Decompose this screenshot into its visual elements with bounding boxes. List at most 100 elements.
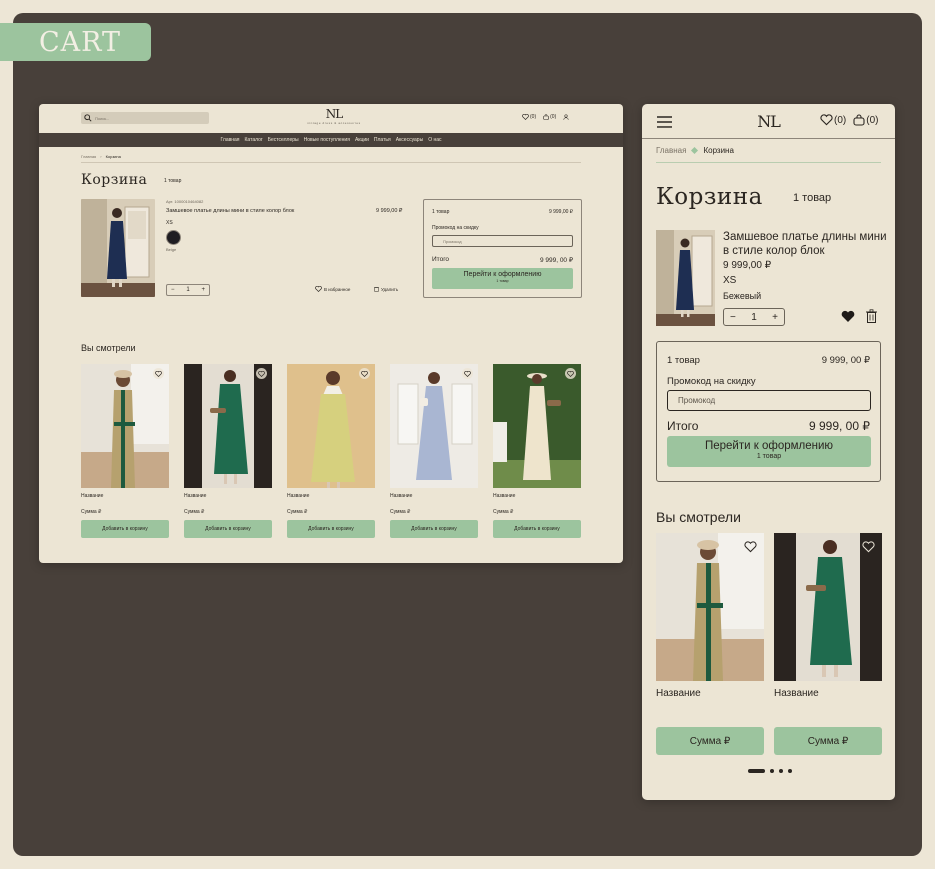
card-image[interactable] xyxy=(774,533,882,681)
nav-item-accessories[interactable]: Аксессуары xyxy=(396,137,423,143)
card-image[interactable] xyxy=(287,364,375,488)
page-title: Корзина xyxy=(656,184,763,210)
card-image[interactable] xyxy=(493,364,581,488)
add-to-cart-button[interactable]: Добавить в корзину xyxy=(81,520,169,538)
header-actions: (0) (0) xyxy=(522,114,569,120)
product-price: 9 999,00 ₽ xyxy=(376,208,403,214)
carousel-dot[interactable] xyxy=(770,769,774,773)
carousel-dot[interactable] xyxy=(788,769,792,773)
user-icon[interactable] xyxy=(563,114,569,120)
cart-count: (0) xyxy=(866,114,879,126)
product-image[interactable] xyxy=(81,199,155,297)
heart-icon xyxy=(315,286,322,292)
heart-icon[interactable] xyxy=(841,310,855,323)
viewed-section-title: Вы смотрели xyxy=(81,343,136,353)
product-size: XS xyxy=(723,275,737,286)
favorite-toggle[interactable] xyxy=(860,539,876,555)
add-to-cart-button[interactable]: Добавить в корзину xyxy=(184,520,272,538)
mobile-cart-page: NL (0) (0) Главная Корзина Корзина 1 тов… xyxy=(642,104,895,800)
nav-item-new[interactable]: Новые поступления xyxy=(304,137,350,143)
nav-item-bestsellers[interactable]: Бестселлеры xyxy=(268,137,299,143)
card-image[interactable] xyxy=(656,533,764,681)
cart-button[interactable]: (0) xyxy=(543,114,556,120)
checkout-label: Перейти к оформлению xyxy=(463,271,542,278)
viewed-card[interactable]: Название Сумма ₽ xyxy=(656,533,764,755)
order-summary: 1 товар 9 999, 00 ₽ Промокод на скидку П… xyxy=(656,341,881,482)
viewed-card[interactable]: Название Сумма ₽ Добавить в корзину xyxy=(390,364,478,538)
card-sum: Сумма ₽ xyxy=(184,509,205,515)
trash-icon[interactable] xyxy=(866,309,877,323)
cart-button[interactable]: (0) xyxy=(853,114,878,126)
card-image[interactable] xyxy=(184,364,272,488)
carousel-dot-active[interactable] xyxy=(748,769,765,773)
nav-item-about[interactable]: О нас xyxy=(428,137,441,143)
order-summary: 1 товар 9 999,00 ₽ Промокод на скидку Пр… xyxy=(423,199,582,298)
header-actions: (0) (0) xyxy=(820,114,878,126)
viewed-card[interactable]: Название Сумма ₽ Добавить в корзину xyxy=(287,364,375,538)
favorite-toggle[interactable] xyxy=(256,368,267,379)
promo-input[interactable]: Промокод xyxy=(667,390,871,411)
color-swatch[interactable] xyxy=(166,230,181,245)
product-name[interactable]: Замшевое платье длины мини в стиле колор… xyxy=(723,230,888,258)
card-price-button[interactable]: Сумма ₽ xyxy=(774,727,882,755)
nav-item-sales[interactable]: Акции xyxy=(355,137,369,143)
viewed-card[interactable]: Название Сумма ₽ Добавить в корзину xyxy=(81,364,169,538)
card-name[interactable]: Название xyxy=(287,493,375,499)
burger-icon[interactable] xyxy=(657,116,672,128)
card-sum: Сумма ₽ xyxy=(287,509,308,515)
card-name[interactable]: Название xyxy=(656,688,764,699)
add-to-cart-button[interactable]: Добавить в корзину xyxy=(390,520,478,538)
qty-plus-button[interactable]: + xyxy=(772,312,778,323)
card-name[interactable]: Название xyxy=(493,493,581,499)
search-input[interactable]: Поиск... xyxy=(95,116,109,121)
breadcrumb-home[interactable]: Главная xyxy=(81,154,96,159)
breadcrumb: Главная Корзина xyxy=(656,146,734,155)
qty-plus-button[interactable]: + xyxy=(201,287,205,293)
card-name[interactable]: Название xyxy=(184,493,272,499)
favorites-button[interactable]: (0) xyxy=(820,114,846,126)
favorites-button[interactable]: (0) xyxy=(522,114,536,120)
viewed-card[interactable]: Название Сумма ₽ Добавить в корзину xyxy=(493,364,581,538)
add-to-favorites-button[interactable]: В избранное xyxy=(315,286,350,292)
viewed-card[interactable]: Название Сумма ₽ Добавить в корзину xyxy=(184,364,272,538)
favorite-toggle[interactable] xyxy=(742,539,758,555)
bag-icon xyxy=(853,114,865,126)
card-image[interactable] xyxy=(81,364,169,488)
add-to-cart-button[interactable]: Добавить в корзину xyxy=(493,520,581,538)
search-field[interactable]: Поиск... xyxy=(81,112,209,124)
card-name[interactable]: Название xyxy=(390,493,478,499)
qty-minus-button[interactable]: − xyxy=(730,312,736,323)
product-image[interactable] xyxy=(656,230,715,326)
favorite-toggle[interactable] xyxy=(462,368,473,379)
logo[interactable]: NL xyxy=(746,112,791,131)
checkout-button[interactable]: Перейти к оформлению 1 товар xyxy=(432,268,573,289)
favorite-toggle[interactable] xyxy=(153,368,164,379)
nav-item-catalog[interactable]: Каталог xyxy=(245,137,263,143)
cart-count: (0) xyxy=(550,114,557,120)
checkout-button[interactable]: Перейти к оформлению 1 товар xyxy=(667,436,871,467)
breadcrumb-current: Корзина xyxy=(703,146,734,155)
product-name[interactable]: Замшевое платье длины мини в стиле колор… xyxy=(166,208,294,214)
viewed-card[interactable]: Название Сумма ₽ xyxy=(774,533,882,755)
product-color: Beige xyxy=(166,247,177,252)
favorite-toggle[interactable] xyxy=(359,368,370,379)
breadcrumb-separator: › xyxy=(100,154,102,159)
nav-item-home[interactable]: Главная xyxy=(220,137,239,143)
card-name[interactable]: Название xyxy=(81,493,169,499)
nav-item-dresses[interactable]: Платья xyxy=(374,137,391,143)
add-to-cart-button[interactable]: Добавить в корзину xyxy=(287,520,375,538)
card-name[interactable]: Название xyxy=(774,688,882,699)
breadcrumb-home[interactable]: Главная xyxy=(656,146,686,155)
product-color: Бежевый xyxy=(723,291,762,301)
heart-icon xyxy=(567,370,574,377)
logo[interactable]: NL vintage dress & accessories xyxy=(289,108,379,126)
favorites-count: (0) xyxy=(834,114,847,126)
card-price-button[interactable]: Сумма ₽ xyxy=(656,727,764,755)
qty-minus-button[interactable]: − xyxy=(171,287,175,293)
delete-button[interactable]: Удалить xyxy=(374,286,398,292)
promo-input[interactable]: Промокод xyxy=(432,235,573,247)
header-divider xyxy=(642,138,895,139)
card-image[interactable] xyxy=(390,364,478,488)
carousel-dot[interactable] xyxy=(779,769,783,773)
favorite-toggle[interactable] xyxy=(565,368,576,379)
